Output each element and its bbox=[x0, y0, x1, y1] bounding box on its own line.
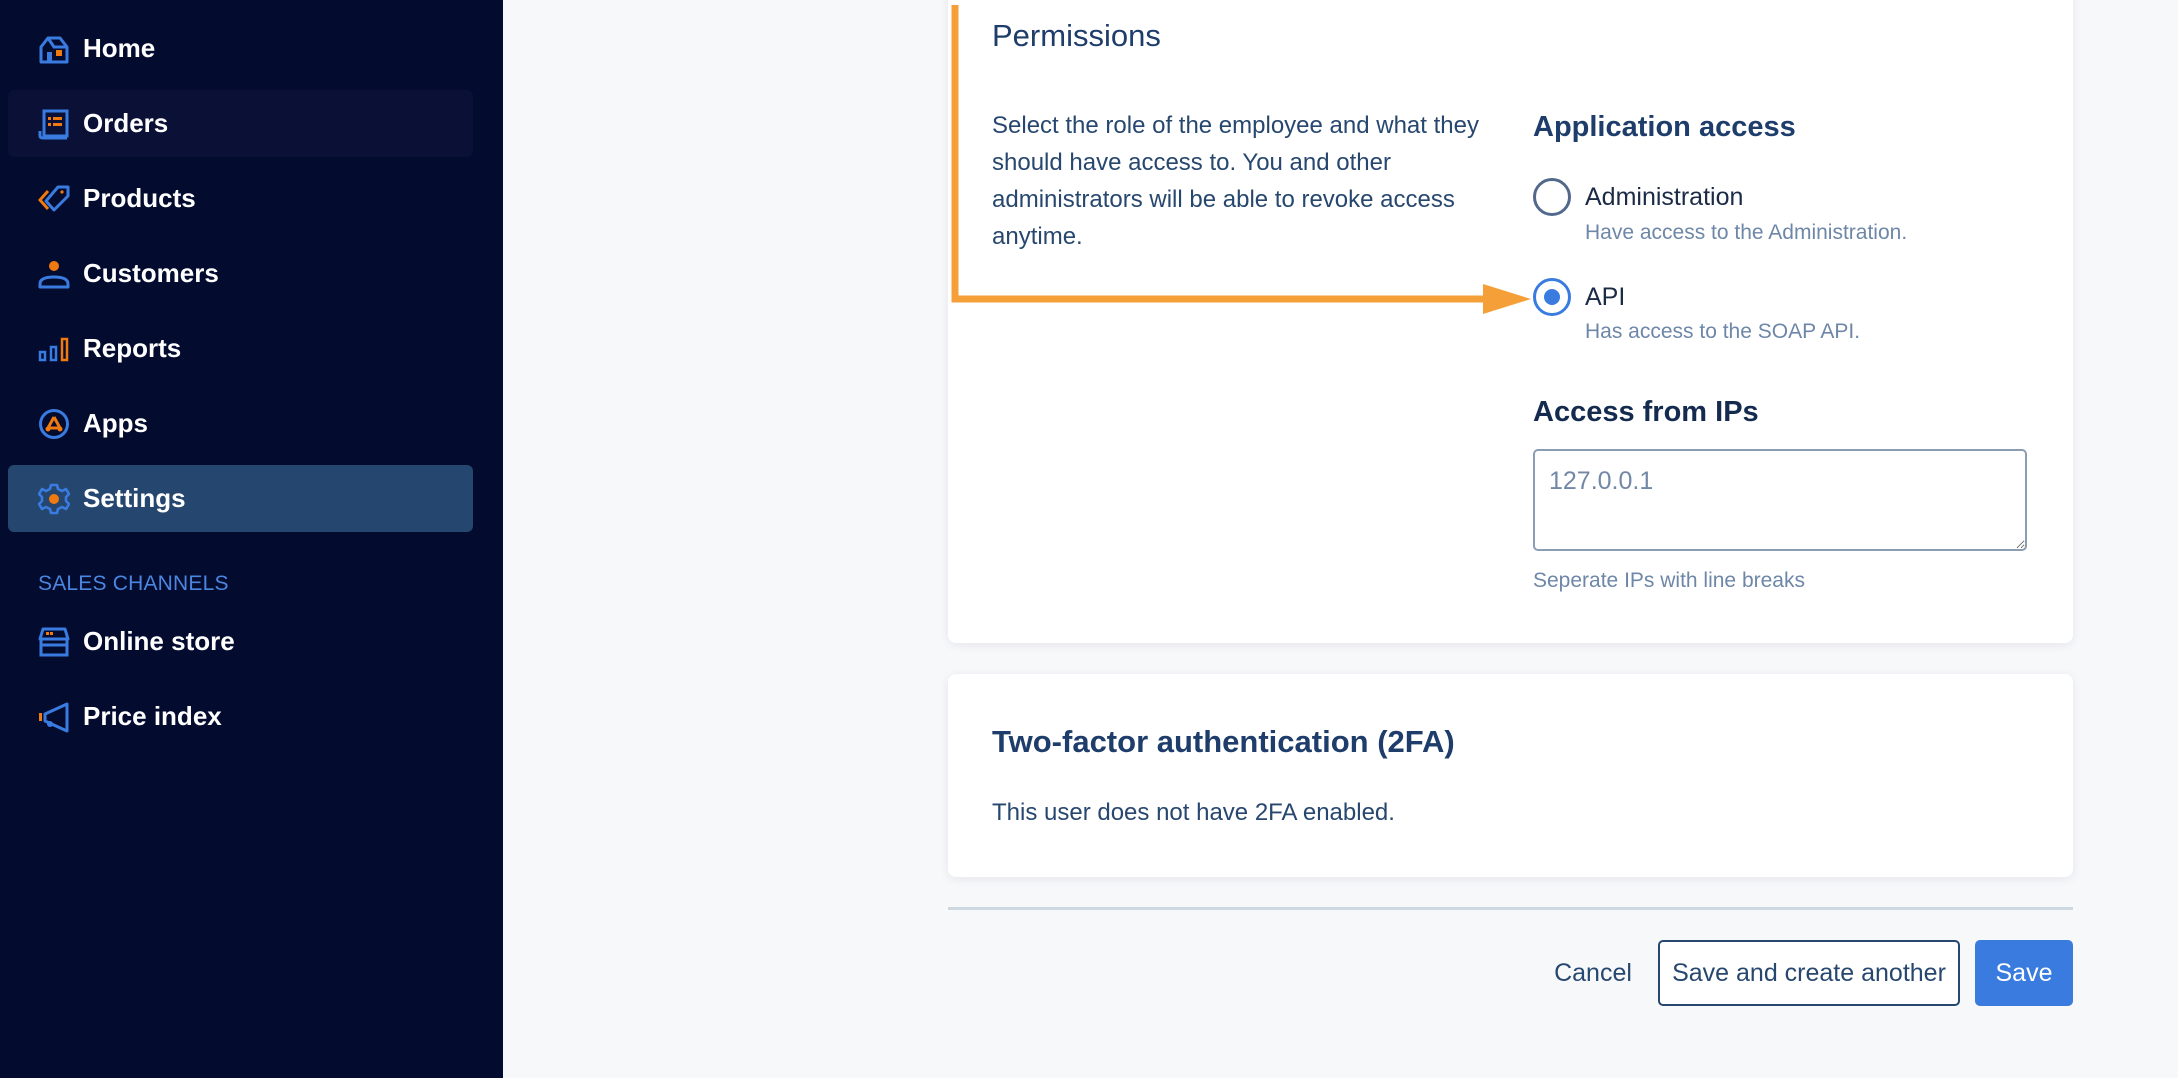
sidebar-item-label: Settings bbox=[83, 482, 186, 513]
user-icon bbox=[38, 260, 70, 288]
sidebar-item-label: Price index bbox=[83, 700, 222, 731]
sidebar-item-price-index[interactable]: Price index bbox=[8, 683, 473, 750]
megaphone-icon bbox=[39, 702, 69, 732]
sidebar-item-label: Home bbox=[83, 32, 156, 63]
api-radio-label[interactable]: API bbox=[1585, 283, 1625, 312]
api-radio-help: Has access to the SOAP API. bbox=[1585, 320, 1861, 343]
sidebar-item-settings[interactable]: Settings bbox=[8, 465, 473, 532]
save-button[interactable]: Save bbox=[1975, 940, 2073, 1006]
administration-radio-help: Have access to the Administration. bbox=[1585, 221, 1908, 244]
sidebar-item-label: Apps bbox=[83, 407, 148, 438]
ip-access-hint: Seperate IPs with line breaks bbox=[1533, 569, 1805, 592]
sidebar-item-products[interactable]: Products bbox=[8, 165, 473, 232]
access-from-ips-heading: Access from IPs bbox=[1533, 396, 1759, 428]
sidebar-item-label: Online store bbox=[83, 625, 235, 656]
save-and-create-another-button[interactable]: Save and create another bbox=[1658, 940, 1960, 1006]
ip-access-textarea[interactable] bbox=[1533, 449, 2027, 551]
permissions-description: Select the role of the employee and what… bbox=[992, 112, 1479, 250]
administration-radio[interactable] bbox=[1533, 178, 1571, 216]
sidebar-item-label: Reports bbox=[83, 332, 182, 363]
permissions-title: Permissions bbox=[992, 18, 1161, 53]
store-icon bbox=[38, 627, 70, 656]
sidebar-item-home[interactable]: Home bbox=[8, 15, 473, 82]
sidebar-item-online-store[interactable]: Online store bbox=[8, 608, 473, 675]
sidebar-item-label: Customers bbox=[83, 257, 219, 288]
cancel-button[interactable]: Cancel bbox=[1540, 940, 1646, 1006]
gear-icon bbox=[38, 483, 70, 514]
two-factor-status: This user does not have 2FA enabled. bbox=[992, 799, 1395, 826]
sidebar: Home Orders Products Customers Reports A… bbox=[0, 0, 503, 1078]
two-factor-card bbox=[948, 674, 2073, 877]
orders-icon bbox=[38, 109, 69, 139]
sidebar-item-customers[interactable]: Customers bbox=[8, 240, 473, 307]
sidebar-item-label: Orders bbox=[83, 107, 169, 138]
apps-icon bbox=[39, 408, 69, 439]
sales-channels-heading: SALES CHANNELS bbox=[38, 572, 229, 595]
api-radio[interactable] bbox=[1533, 278, 1571, 316]
two-factor-title: Two-factor authentication (2FA) bbox=[992, 724, 1455, 759]
sidebar-item-reports[interactable]: Reports bbox=[8, 315, 473, 382]
home-icon bbox=[39, 36, 69, 63]
administration-radio-label[interactable]: Administration bbox=[1585, 183, 1743, 212]
divider bbox=[948, 907, 2073, 910]
sidebar-item-label: Products bbox=[83, 182, 196, 213]
tag-icon bbox=[38, 185, 70, 211]
bar-chart-icon bbox=[38, 337, 69, 361]
sidebar-item-orders[interactable]: Orders bbox=[8, 90, 473, 157]
application-access-heading: Application access bbox=[1533, 111, 1796, 143]
sidebar-item-apps[interactable]: Apps bbox=[8, 390, 473, 457]
